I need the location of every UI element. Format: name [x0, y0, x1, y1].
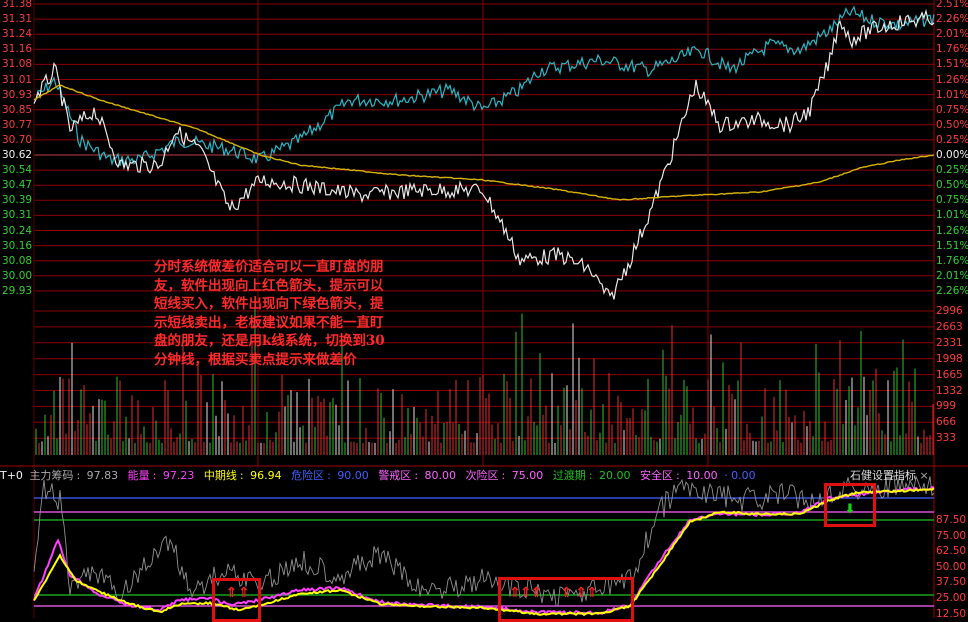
intraday-chart[interactable] — [0, 0, 968, 618]
price-tick-label: 30.08 — [2, 254, 33, 267]
danger-zone-label: 危险区 — [291, 469, 325, 482]
volume-tick-label: 2663 — [936, 320, 963, 333]
percent-tick-label: 0.50% — [936, 118, 968, 131]
indicator-tick-label: 75.00 — [936, 529, 967, 542]
risk-zone-label: 次险区 — [465, 469, 499, 482]
percent-tick-label: 2.51% — [936, 0, 968, 10]
price-tick-label: 30.39 — [2, 194, 33, 207]
indicator-tick-label: 50.00 — [936, 560, 967, 573]
sell-signal-box: ⬇ — [824, 483, 876, 527]
mid-line-value: 96.94 — [250, 469, 282, 482]
annotation-text: 分时系统做差价适合可以一直盯盘的朋友，软件出现向上红色箭头，提示可以短线买入，软… — [154, 259, 385, 368]
percent-tick-label: 0.25% — [936, 164, 968, 177]
danger-zone-value: 90.00 — [337, 469, 369, 482]
price-tick-label: 31.24 — [2, 28, 33, 41]
price-tick-label: 30.54 — [2, 164, 33, 177]
percent-tick-label: 2.26% — [936, 13, 968, 26]
volume-tick-label: 2996 — [936, 305, 963, 317]
risk-zone-value: 75.00 — [511, 469, 544, 482]
safe-zone-label: 安全区 — [639, 469, 673, 482]
transition-label: 过渡期 — [552, 469, 586, 482]
energy-label: 能量 — [127, 469, 150, 482]
close-icon[interactable]: × — [920, 469, 929, 482]
mid-line-label: 中期线 — [203, 469, 237, 482]
volume-tick-label: 666 — [936, 416, 957, 429]
price-tick-label: 29.93 — [2, 284, 33, 297]
price-tick-label: 30.77 — [2, 118, 33, 131]
percent-tick-label: 1.26% — [936, 224, 968, 237]
price-tick-label: 30.00 — [2, 269, 33, 282]
price-tick-label: 31.08 — [2, 58, 33, 71]
volume-tick-label: 1998 — [936, 352, 963, 365]
volume-tick-label: 2331 — [936, 336, 963, 349]
main-chip-value: 97.83 — [86, 469, 119, 482]
percent-tick-label: 0.75% — [936, 194, 968, 207]
main-chip-line — [33, 474, 935, 607]
price-tick-label: 30.31 — [2, 209, 33, 222]
volume-tick-label: 333 — [936, 432, 957, 445]
indicator-tick-label: 25.00 — [936, 592, 967, 604]
safe-zone-value: 10.00 — [686, 469, 718, 482]
indicator-status-bar: T+0 主力筹码: 97.83 能量: 97.23 中期线: 96.94 危险区… — [0, 469, 756, 482]
price-tick-label: 31.38 — [2, 0, 33, 10]
percent-tick-label: 2.26% — [936, 284, 968, 297]
percent-tick-label: 0.75% — [936, 103, 968, 116]
percent-tick-label: 1.26% — [936, 73, 968, 86]
percent-tick-label: 2.01% — [936, 269, 968, 282]
price-tick-label: 31.01 — [2, 73, 33, 86]
price-tick-label: 30.62 — [2, 149, 33, 161]
energy-value: 97.23 — [162, 469, 195, 482]
percent-tick-label: 1.51% — [936, 58, 968, 71]
alert-zone-value: 80.00 — [424, 469, 457, 482]
main-chip-label: 主力筹码 — [29, 469, 74, 482]
indicator-tick-label: 62.50 — [936, 545, 967, 558]
price-tick-label: 30.24 — [2, 224, 33, 237]
transition-value: 20.00 — [598, 469, 631, 482]
price-tick-label: 30.85 — [2, 103, 33, 116]
percent-tick-label: 0.25% — [936, 133, 968, 146]
percent-tick-label: 1.01% — [936, 88, 968, 101]
percent-tick-label: 0.50% — [936, 179, 968, 192]
index-line — [33, 5, 935, 168]
price-tick-label: 31.31 — [2, 13, 33, 26]
volume-tick-label: 999 — [936, 400, 957, 413]
percent-tick-label: 1.76% — [936, 254, 968, 267]
buy-signal-box-1: ⇑ ⇑ — [212, 578, 261, 622]
price-tick-label: 31.16 — [2, 43, 33, 56]
tail-value: · 0.00 — [724, 469, 756, 482]
volume-tick-label: 1665 — [936, 368, 963, 381]
alert-zone-label: 警戒区 — [378, 469, 412, 482]
indicator-tick-label: 87.50 — [936, 514, 967, 526]
percent-tick-label: 2.01% — [936, 28, 968, 41]
percent-tick-label: 1.01% — [936, 209, 968, 222]
indicator-tick-label: 37.50 — [936, 576, 967, 589]
price-tick-label: 30.70 — [2, 133, 33, 146]
percent-tick-label: 1.76% — [936, 43, 968, 56]
mid-term-line — [33, 487, 935, 617]
percent-tick-label: 0.00% — [936, 149, 968, 161]
price-tick-label: 30.93 — [2, 88, 33, 101]
indicator-settings-label: 石健设置指标 — [850, 469, 916, 482]
volume-tick-label: 1332 — [936, 384, 963, 397]
percent-tick-label: 1.51% — [936, 239, 968, 252]
buy-signal-box-2: ⇑⇑⇑ ⇑ ⇑⇑ — [498, 577, 634, 622]
indicator-settings-button[interactable]: 石健设置指标 × — [850, 468, 929, 484]
price-tick-label: 30.47 — [2, 179, 33, 192]
t-plus-label: T+0 — [0, 469, 23, 482]
price-tick-label: 30.16 — [2, 239, 33, 252]
